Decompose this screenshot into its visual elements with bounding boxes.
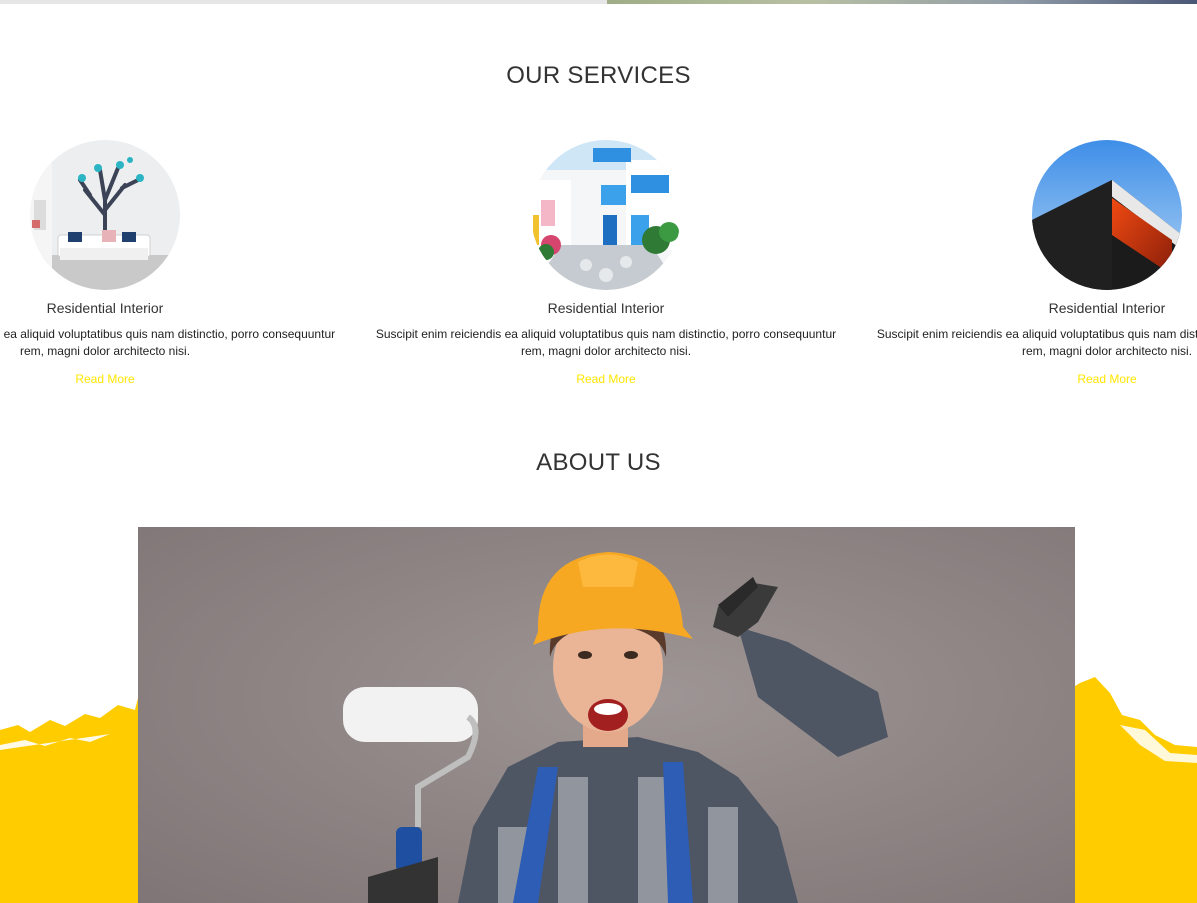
- read-more-link[interactable]: Read More: [576, 372, 635, 386]
- service-description: Suscipit enim reiciendis ea aliquid volu…: [876, 327, 1197, 358]
- service-name: Residential Interior: [1048, 300, 1166, 316]
- service-card: Residential Interior Suscipit enim reici…: [0, 140, 340, 388]
- service-description: Suscipit enim reiciendis ea aliquid volu…: [375, 327, 837, 358]
- service-card: Residential Interior Suscipit enim reici…: [872, 140, 1197, 388]
- previous-section-edge: [0, 0, 1197, 4]
- about-image: [138, 527, 1075, 903]
- service-name: Residential Interior: [46, 300, 164, 316]
- paint-splash-right: [1060, 677, 1197, 903]
- read-more-link[interactable]: Read More: [1077, 372, 1136, 386]
- read-more-link[interactable]: Read More: [75, 372, 134, 386]
- service-card: Residential Interior Suscipit enim reici…: [371, 140, 841, 388]
- service-image-alley: [531, 140, 681, 290]
- previous-section-band: [0, 0, 607, 4]
- services-title: OUR SERVICES: [506, 62, 691, 89]
- service-name: Residential Interior: [547, 300, 665, 316]
- page: OUR SERVICES Residential Interior ea ali…: [0, 0, 1197, 903]
- service-image-living-room: [30, 140, 180, 290]
- previous-section-photo-edge: [607, 0, 1197, 4]
- about-title: ABOUT US: [536, 449, 661, 476]
- service-description: Suscipit enim reiciendis ea aliquid volu…: [0, 327, 336, 358]
- paint-splash-left: [0, 690, 160, 903]
- service-image-building: [1032, 140, 1182, 290]
